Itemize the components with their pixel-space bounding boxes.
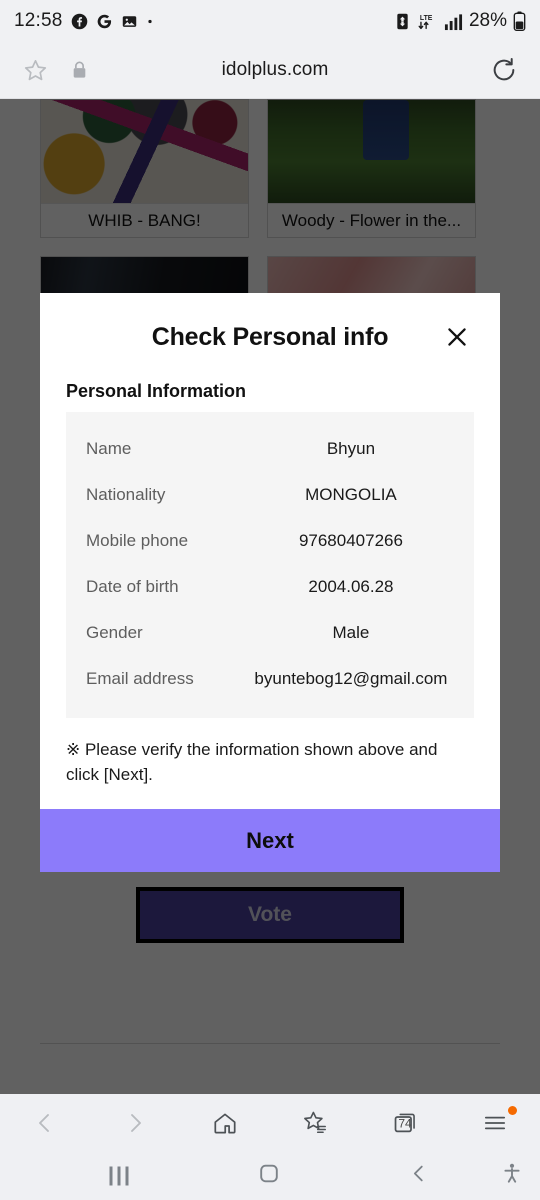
row-value: 2004.06.28 [308, 577, 394, 596]
url-text[interactable]: idolplus.com [60, 59, 490, 81]
status-bar: 12:58 LTE 28% [0, 0, 540, 42]
battery-icon [513, 11, 526, 31]
status-clock: 12:58 [14, 10, 63, 31]
back-button[interactable] [15, 1100, 75, 1146]
tabs-count-label: 74 [398, 1116, 412, 1131]
back-chevron-icon [408, 1162, 430, 1189]
recents-icon [109, 1166, 129, 1185]
section-title: Personal Information [66, 381, 247, 401]
home-button[interactable] [195, 1100, 255, 1146]
forward-button[interactable] [105, 1100, 165, 1146]
browser-toolbar: 74 [0, 1094, 540, 1151]
home-button[interactable] [257, 1161, 281, 1190]
menu-button[interactable] [465, 1100, 525, 1146]
row-value: byuntebog12@gmail.com [254, 669, 448, 688]
table-row: Gender Male [86, 610, 454, 656]
row-label: Email address [86, 669, 194, 688]
android-nav-bar [0, 1151, 540, 1200]
page-title: Check Personal info [151, 322, 389, 351]
tabs-button[interactable]: 74 [375, 1100, 435, 1146]
back-button[interactable] [408, 1162, 430, 1189]
row-value: MONGOLIA [305, 485, 397, 504]
row-label: Mobile phone [86, 531, 189, 550]
verification-note: ※ Please verify the information shown ab… [66, 740, 438, 784]
phone-screen: 12:58 LTE 28% idolplus.com Check Persona… [0, 0, 540, 1200]
lte-data-icon: LTE [416, 12, 438, 31]
recents-button[interactable] [109, 1166, 129, 1185]
check-personal-info-dialog: Check Personal info Personal Information… [40, 293, 500, 873]
menu-notification-dot [508, 1105, 517, 1115]
row-value: 97680407266 [298, 531, 403, 550]
next-button[interactable]: Next [40, 809, 500, 873]
star-icon[interactable] [22, 57, 49, 84]
accessibility-button[interactable] [500, 1161, 524, 1190]
row-label: Date of birth [86, 577, 179, 596]
status-bar-right: LTE 28% [395, 10, 526, 32]
table-row: Nationality MONGOLIA [86, 472, 454, 518]
personal-info-table: Name Bhyun Nationality MONGOLIA Mobile p… [66, 412, 474, 718]
browser-url-bar: idolplus.com [0, 42, 540, 99]
dialog-body: Personal Information Name Bhyun National… [40, 381, 500, 809]
dialog-header: Check Personal info [40, 293, 500, 381]
signal-bars-icon [444, 12, 463, 31]
gallery-icon [121, 13, 138, 30]
table-row: Date of birth 2004.06.28 [86, 564, 454, 610]
row-label: Name [86, 439, 132, 458]
accessibility-icon [500, 1161, 524, 1190]
more-dot-icon [146, 13, 154, 30]
status-bar-left: 12:58 [14, 10, 154, 32]
google-icon [96, 13, 113, 30]
svg-text:LTE: LTE [420, 14, 433, 21]
table-row: Mobile phone 97680407266 [86, 518, 454, 564]
bookmarks-button[interactable] [285, 1100, 345, 1146]
row-value: Male [332, 623, 370, 642]
table-row: Email address byuntebog12@gmail.com [86, 656, 454, 702]
home-square-icon [257, 1161, 281, 1190]
close-icon[interactable] [440, 320, 474, 354]
row-value: Bhyun [326, 439, 376, 458]
row-label: Nationality [86, 485, 166, 504]
battery-percent-label: 28% [468, 10, 507, 31]
reload-icon[interactable] [490, 56, 518, 84]
battery-saver-icon [395, 12, 410, 31]
table-row: Name Bhyun [86, 426, 454, 472]
row-label: Gender [86, 623, 143, 642]
facebook-icon [71, 13, 88, 30]
